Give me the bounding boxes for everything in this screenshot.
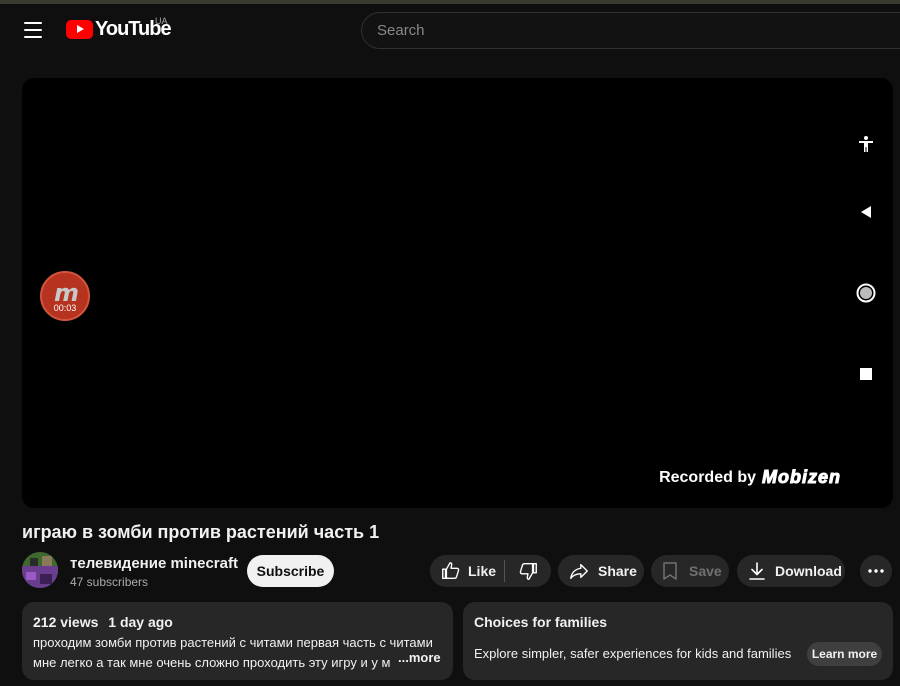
subscriber-count: 47 subscribers bbox=[70, 575, 149, 589]
dislike-button[interactable] bbox=[505, 555, 551, 587]
play-logo-icon bbox=[66, 20, 93, 39]
download-button[interactable]: Download bbox=[737, 555, 845, 587]
recorder-bubble[interactable]: m 00:03 bbox=[40, 271, 90, 321]
view-count: 212 views bbox=[33, 614, 99, 630]
more-dots-icon bbox=[868, 569, 884, 573]
like-label: Like bbox=[468, 563, 497, 579]
upload-date: 1 day ago bbox=[108, 614, 173, 630]
mobizen-watermark: Recorded by Mobizen bbox=[659, 467, 841, 488]
watermark-brand: Mobizen bbox=[762, 467, 841, 488]
families-text: Explore simpler, safer experiences for k… bbox=[474, 646, 792, 661]
bookmark-icon bbox=[663, 562, 677, 580]
channel-name[interactable]: телевидение minecraft bbox=[70, 555, 238, 572]
thumbs-down-icon bbox=[519, 562, 537, 580]
description-line-1: проходим зомби против растений с читами … bbox=[33, 635, 433, 650]
accessibility-icon[interactable] bbox=[854, 132, 878, 156]
search-box[interactable] bbox=[361, 12, 900, 49]
recent-square-icon[interactable] bbox=[854, 362, 878, 386]
description-text: проходим зомби против растений с читами … bbox=[33, 633, 443, 673]
download-label: Download bbox=[775, 563, 842, 579]
like-dislike-group: Like bbox=[430, 555, 551, 587]
families-card: Choices for families Explore simpler, sa… bbox=[463, 602, 893, 680]
search-input[interactable] bbox=[362, 13, 900, 48]
thumbs-up-icon bbox=[442, 562, 460, 580]
back-triangle-icon[interactable] bbox=[854, 200, 878, 224]
show-more-link[interactable]: ...more bbox=[394, 650, 441, 665]
save-label: Save bbox=[689, 563, 722, 579]
watermark-prefix: Recorded by bbox=[659, 468, 756, 486]
video-player[interactable]: m 00:03 Recorded by Mobizen bbox=[22, 78, 893, 508]
download-icon bbox=[749, 562, 765, 580]
share-label: Share bbox=[598, 563, 637, 579]
menu-icon[interactable] bbox=[24, 22, 42, 38]
description-meta: 212 views 1 day ago bbox=[33, 614, 442, 630]
youtube-logo[interactable]: YouTube UA bbox=[66, 16, 172, 41]
description-line-2: мне легко а так мне очень сложно проходи… bbox=[33, 655, 391, 670]
channel-avatar[interactable] bbox=[22, 552, 58, 588]
top-border bbox=[0, 0, 900, 4]
learn-more-button[interactable]: Learn more bbox=[807, 642, 882, 666]
like-button[interactable]: Like bbox=[430, 555, 504, 587]
share-button[interactable]: Share bbox=[558, 555, 644, 587]
share-arrow-icon bbox=[570, 563, 588, 580]
subscribe-button[interactable]: Subscribe bbox=[247, 555, 334, 587]
families-title: Choices for families bbox=[474, 614, 608, 630]
country-code: UA bbox=[155, 16, 168, 26]
save-button[interactable]: Save bbox=[651, 555, 729, 587]
more-actions-button[interactable] bbox=[860, 555, 892, 587]
recorder-time: 00:03 bbox=[53, 303, 77, 313]
home-circle-icon[interactable] bbox=[854, 281, 878, 305]
description-box[interactable]: 212 views 1 day ago проходим зомби проти… bbox=[22, 602, 453, 680]
video-title: играю в зомби против растений часть 1 bbox=[22, 522, 380, 542]
